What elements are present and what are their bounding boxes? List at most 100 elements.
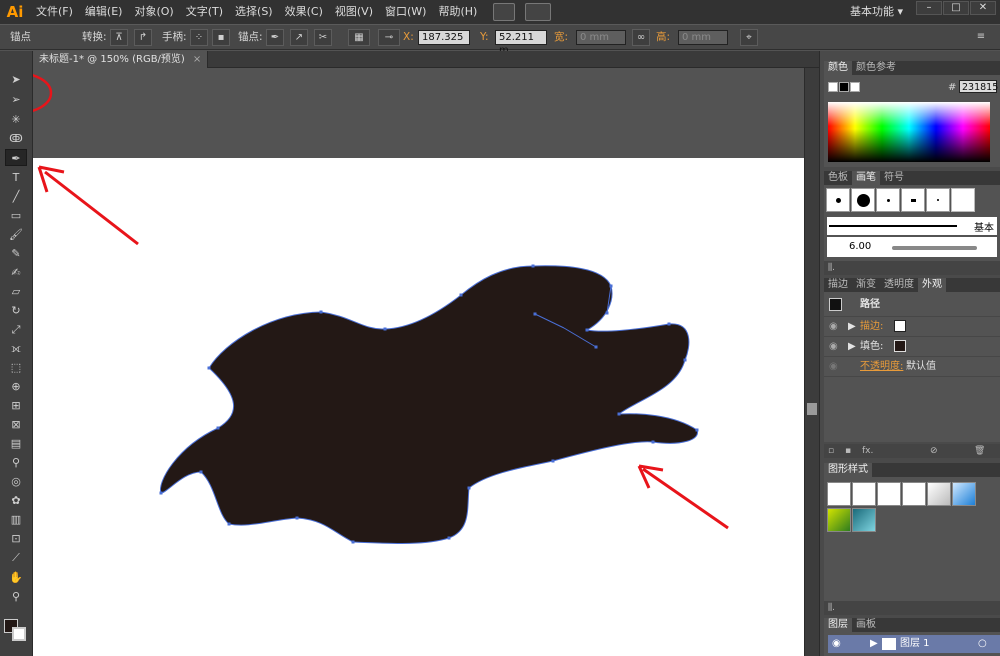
panel-menu-icon[interactable]: ≡ (972, 29, 990, 46)
y-field[interactable]: 52.211 m (495, 30, 547, 56)
anchor-point[interactable] (533, 312, 537, 316)
shape-builder-tool-icon[interactable]: ⊕ (5, 378, 27, 395)
transform-anchor-icon[interactable]: ⊸ (378, 29, 400, 46)
blend-tool-icon[interactable]: ◎ (5, 473, 27, 490)
stroke-none-swatch[interactable] (894, 320, 906, 332)
scale-tool-icon[interactable]: ⤢ (5, 321, 27, 338)
tab-artboards[interactable]: 画板 (852, 618, 880, 632)
tab-swatches[interactable]: 色板 (824, 171, 852, 185)
tab-stroke[interactable]: 描边 (824, 278, 852, 292)
style-default-2[interactable] (852, 482, 876, 506)
pen-tool-icon[interactable]: ✒ (5, 149, 27, 166)
tab-appearance[interactable]: 外观 (918, 278, 946, 292)
rotate-tool-icon[interactable]: ↻ (5, 302, 27, 319)
show-handles-icon[interactable]: ⁘ (190, 29, 208, 46)
menu-help[interactable]: 帮助(H) (432, 0, 483, 24)
anchor-point[interactable] (617, 412, 621, 416)
hide-handles-icon[interactable]: ▪ (212, 29, 230, 46)
perspective-grid-tool-icon[interactable]: ⊞ (5, 397, 27, 414)
workspace-switcher[interactable]: 基本功能 ▾ (850, 3, 914, 21)
style-gray-gradient[interactable] (927, 482, 951, 506)
style-blue-gradient[interactable] (952, 482, 976, 506)
anchor-point[interactable] (351, 540, 355, 544)
menu-window[interactable]: 窗口(W) (379, 0, 432, 24)
anchor-point[interactable] (199, 470, 203, 474)
align-grid-icon[interactable]: ▦ (348, 29, 370, 46)
blob-shape[interactable] (160, 265, 698, 544)
column-graph-tool-icon[interactable]: ▥ (5, 511, 27, 528)
menu-select[interactable]: 选择(S) (229, 0, 279, 24)
pencil-tool-icon[interactable]: ✎ (5, 245, 27, 262)
eraser-tool-icon[interactable]: ▱ (5, 283, 27, 300)
style-white-2[interactable] (902, 482, 926, 506)
convert-to-corner-icon[interactable]: ⊼ (110, 29, 128, 46)
clear-appearance-icon[interactable]: ⊘ (930, 444, 938, 458)
appearance-stroke-row[interactable]: ◉ ▶ 描边: (824, 316, 1000, 335)
x-field[interactable]: 187.325 (418, 30, 470, 45)
magic-wand-tool-icon[interactable]: ✳ (5, 111, 27, 128)
stroke-label[interactable]: 描边: (860, 317, 883, 336)
direct-selection-tool-icon[interactable]: ➢ (5, 91, 27, 108)
visibility-eye-icon[interactable]: ◉ (832, 635, 841, 653)
delete-icon[interactable]: 🗑 (974, 444, 985, 458)
anchor-point[interactable] (227, 522, 231, 526)
canvas-vertical-scrollbar[interactable] (804, 68, 819, 656)
line-tool-icon[interactable]: ╱ (5, 188, 27, 205)
none-swatch-icon[interactable] (828, 82, 838, 92)
close-window-button[interactable]: ✕ (970, 1, 996, 15)
brush-large-dot[interactable] (851, 188, 875, 212)
width-tool-icon[interactable]: ⟗ (5, 340, 27, 357)
selection-tool-icon[interactable]: ➤ (5, 71, 27, 88)
visibility-eye-icon[interactable]: ◉ (829, 357, 838, 376)
anchor-point[interactable] (383, 327, 387, 331)
brush-basic-row[interactable]: 基本 (827, 217, 997, 235)
menu-edit[interactable]: 编辑(E) (79, 0, 129, 24)
visibility-eye-icon[interactable]: ◉ (829, 337, 838, 356)
link-icon[interactable]: ∞ (632, 29, 650, 46)
expand-triangle-icon[interactable]: ▶ (848, 337, 856, 356)
anchor-point[interactable] (216, 426, 220, 430)
visibility-eye-icon[interactable]: ◉ (829, 317, 838, 336)
artboard-tool-icon[interactable]: ⊡ (5, 530, 27, 547)
style-library-icon[interactable]: ⫼. (828, 603, 835, 613)
anchor-point[interactable] (683, 358, 687, 362)
fx-button[interactable]: fx. (862, 446, 873, 456)
tab-gradient[interactable]: 渐变 (852, 278, 880, 292)
fill-label[interactable]: 填色: (860, 337, 883, 356)
anchor-point[interactable] (667, 322, 671, 326)
anchor-point[interactable] (459, 293, 463, 297)
color-spectrum[interactable] (828, 102, 990, 162)
anchor-point[interactable] (531, 264, 535, 268)
anchor-point[interactable] (159, 491, 163, 495)
anchor-point[interactable] (295, 516, 299, 520)
brush-size-row[interactable]: 6.00 (827, 237, 997, 257)
slice-tool-icon[interactable]: ⟋ (5, 549, 27, 566)
appearance-fill-row[interactable]: ◉ ▶ 填色: (824, 336, 1000, 355)
white-swatch[interactable] (850, 82, 860, 92)
scroll-thumb[interactable] (807, 403, 817, 415)
menu-effect[interactable]: 效果(C) (279, 0, 329, 24)
brush-library-icon[interactable]: ⫼. (828, 263, 835, 273)
black-swatch[interactable] (839, 82, 849, 92)
type-tool-icon[interactable]: T (5, 169, 27, 186)
maximize-button[interactable]: □ (943, 1, 969, 15)
anchor-point[interactable] (585, 328, 589, 332)
menu-view[interactable]: 视图(V) (329, 0, 379, 24)
bridge-icon[interactable] (493, 3, 516, 21)
canvas-area[interactable] (33, 68, 804, 656)
hex-input[interactable]: 231815 (959, 80, 998, 93)
menu-type[interactable]: 文字(T) (180, 0, 229, 24)
zoom-tool-icon[interactable]: ⚲ (5, 588, 27, 605)
opacity-label[interactable]: 不透明度: (860, 357, 903, 376)
fill-color-swatch[interactable] (894, 340, 906, 352)
style-green-texture[interactable] (827, 508, 851, 532)
symbol-sprayer-tool-icon[interactable]: ✿ (5, 492, 27, 509)
connect-anchor-icon[interactable]: ↗ (290, 29, 308, 46)
add-stroke-icon[interactable]: ▫ (828, 446, 834, 456)
cut-path-icon[interactable]: ✂ (314, 29, 332, 46)
document-tab[interactable]: 未标题-1* @ 150% (RGB/预览) × (33, 51, 209, 68)
height-field[interactable]: 0 mm (678, 30, 728, 45)
tab-transparency[interactable]: 透明度 (880, 278, 918, 292)
style-white[interactable] (877, 482, 901, 506)
tab-color[interactable]: 颜色 (824, 61, 852, 75)
